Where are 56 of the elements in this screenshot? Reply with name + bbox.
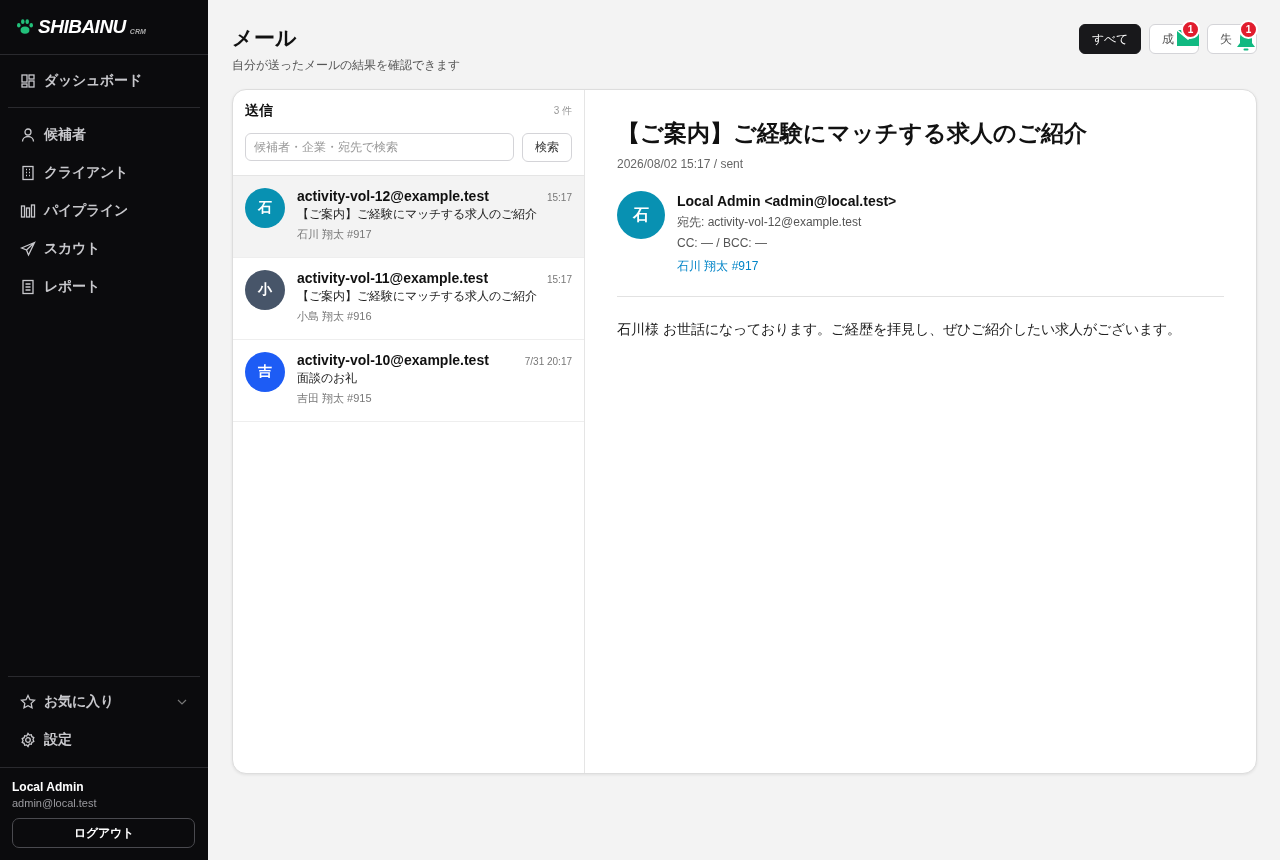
mail-candidate: 吉田 翔太 #915 [297,391,373,406]
mail-subject: 【ご案内】ご経験にマッチする求人のご紹介 [297,288,538,305]
favorites-item[interactable]: お気に入り [8,683,200,721]
user-name: Local Admin [12,780,85,794]
mail-candidate: 石川 翔太 #917 [297,227,373,242]
candidate-link[interactable]: 石川 翔太 #917 [677,258,759,275]
avatar: 石 [245,188,285,228]
count-badge: 1 [1181,20,1200,39]
nav-item[interactable]: ダッシュボード [8,62,200,100]
list-title: 送信 [245,102,273,120]
mail-subject: 【ご案内】ご経験にマッチする求人のご紹介 [297,206,538,223]
avatar: 吉 [245,352,285,392]
count-badge: 1 [1239,20,1258,39]
nav-item[interactable]: レポート [8,268,200,306]
avatar: 小 [245,270,285,310]
list-count: 3 件 [553,104,572,118]
document-icon [20,279,36,295]
mail-time: 15:17 [546,192,572,203]
mail-body: 石川様 お世話になっております。ご経歴を拝見し、ぜひご紹介したい求人がございます。 [617,321,1182,339]
logout-button[interactable]: ログアウト [12,818,195,848]
send-icon [20,241,36,257]
bar-chart-icon [20,203,36,219]
search-field[interactable]: 候補者・企業・宛先で検索 [245,133,514,161]
nav-item[interactable]: 候補者 [8,116,200,154]
mail-time: 7/31 20:17 [524,356,572,367]
cc-line: CC: — / BCC: — [677,236,768,250]
dashboard-icon [20,73,36,89]
star-icon [20,694,36,710]
avatar: 石 [617,191,665,239]
paw-icon [16,19,34,35]
person-icon [20,127,36,143]
mail-meta: 2026/08/02 15:17 / sent [617,157,745,171]
mail-time: 15:17 [546,274,572,285]
mail-candidate: 小島 翔太 #916 [297,309,373,324]
mail-recipient: activity-vol-10@example.test [297,352,489,368]
nav-item[interactable]: パイプライン [8,192,200,230]
sender: Local Admin <admin@local.test> [677,193,897,209]
settings-icon [20,732,36,748]
mail-recipient: activity-vol-11@example.test [297,270,489,286]
mail-subject-title: 【ご案内】ご経験にマッチする求人のご紹介 [617,119,1088,148]
mail-recipient: activity-vol-12@example.test [297,188,489,204]
logo-text: SHIBAINU [38,16,126,38]
filter-button[interactable]: すべて [1079,24,1141,54]
recipient: 宛先: activity-vol-12@example.test [677,214,863,231]
mail-subject: 面談のお礼 [297,370,358,387]
nav-item[interactable]: スカウト [8,230,200,268]
page-title: メール [232,25,298,51]
user-email: admin@local.test [12,797,98,809]
search-button[interactable]: 検索 [522,133,572,162]
mail-list-item[interactable]: 吉 activity-vol-10@example.test 7/31 20:17 面談のお礼 吉田 翔太 #915 [233,340,584,422]
mail-list-item[interactable]: 小 activity-vol-11@example.test 15:17 【ご案内】ご経験にマッチする求人のご紹介 小島 翔太 #916 [233,258,584,340]
nav-item[interactable]: クライアント [8,154,200,192]
mail-list-item[interactable]: 石 activity-vol-12@example.test 15:17 【ご案内】ご経験にマッチする求人のご紹介 石川 翔太 #917 [233,176,584,258]
settings-item[interactable]: 設定 [8,721,200,759]
page-subtitle: 自分が送ったメールの結果を確認できます [232,57,460,74]
building-icon [20,165,36,181]
